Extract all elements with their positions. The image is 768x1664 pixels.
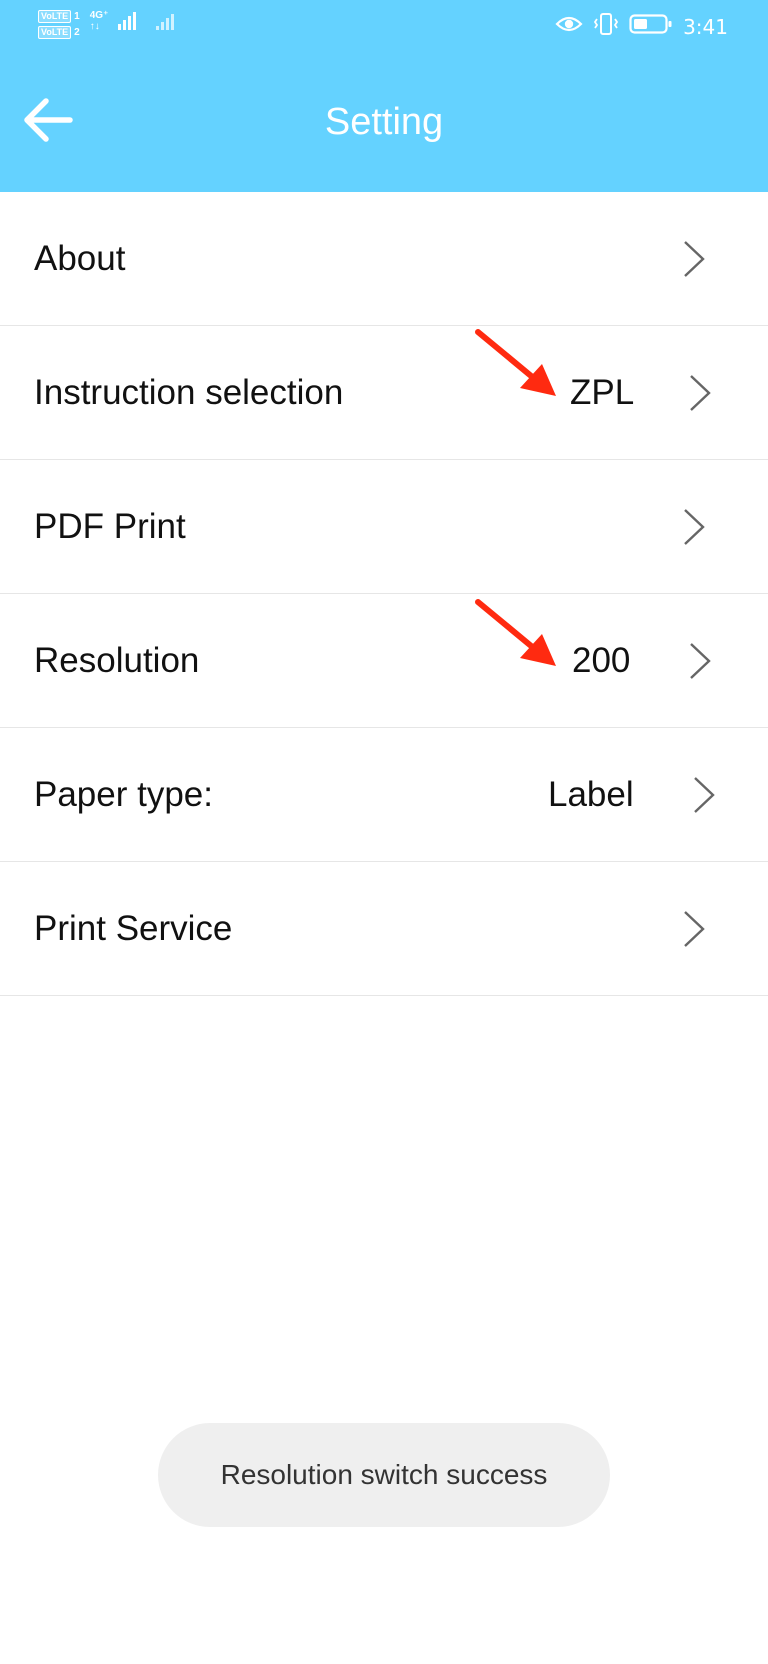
signal-strength-sim2-icon: [156, 10, 175, 30]
volte-badge-sim1: VoLTE: [38, 10, 72, 23]
chevron-right-icon: [684, 911, 705, 947]
settings-item-label: Instruction selection: [34, 373, 344, 412]
vibrate-icon: [593, 12, 619, 41]
chevron-right-icon: [684, 241, 705, 277]
resolution-value: 200: [572, 641, 631, 680]
instruction-value: ZPL: [570, 373, 635, 412]
chevron-right-icon: [690, 643, 711, 679]
battery-icon: [629, 13, 673, 40]
settings-item-paper-type[interactable]: Paper type: Label: [0, 728, 768, 862]
annotation-arrow-icon: [475, 329, 556, 396]
settings-list: About Instruction selection ZPL PDF Prin…: [0, 192, 768, 996]
paper-type-value: Label: [548, 775, 634, 814]
chevron-right-icon: [690, 375, 711, 411]
settings-item-pdf-print[interactable]: PDF Print: [0, 460, 768, 594]
settings-item-about[interactable]: About: [0, 192, 768, 326]
data-activity: ↑↓: [89, 21, 100, 32]
settings-item-label: PDF Print: [34, 507, 186, 546]
sim1-number: 1: [74, 11, 80, 22]
volte-badge-sim2: VoLTE: [38, 26, 72, 39]
settings-item-label: Print Service: [34, 909, 233, 948]
toast-message: Resolution switch success: [158, 1423, 610, 1527]
settings-item-label: About: [34, 239, 126, 278]
app-header: VoLTE 1 VoLTE 2 4G⁺ ↑↓ 3:41 Setting: [0, 0, 768, 192]
settings-item-resolution[interactable]: Resolution 200: [0, 594, 768, 728]
toast-text: Resolution switch success: [220, 1459, 548, 1490]
eye-icon: [555, 14, 583, 39]
sim2-number: 2: [74, 27, 80, 38]
status-bar-right: 3:41: [555, 12, 728, 41]
settings-item-print-service[interactable]: Print Service: [0, 862, 768, 996]
network-type: 4G⁺: [89, 10, 109, 21]
signal-strength-icon: [118, 10, 137, 30]
network-indicator: 4G⁺ ↑↓: [90, 10, 109, 32]
chevron-right-icon: [684, 509, 705, 545]
page-title: Setting: [324, 101, 444, 143]
sim-status: VoLTE 1 VoLTE 2: [38, 10, 80, 39]
status-time: 3:41: [683, 14, 728, 39]
settings-item-instruction-selection[interactable]: Instruction selection ZPL: [0, 326, 768, 460]
chevron-right-icon: [694, 777, 715, 813]
settings-item-label: Paper type:: [34, 775, 213, 814]
status-bar-left: VoLTE 1 VoLTE 2 4G⁺ ↑↓: [38, 10, 175, 39]
settings-item-label: Resolution: [34, 641, 200, 680]
annotation-arrow-icon: [475, 599, 556, 666]
